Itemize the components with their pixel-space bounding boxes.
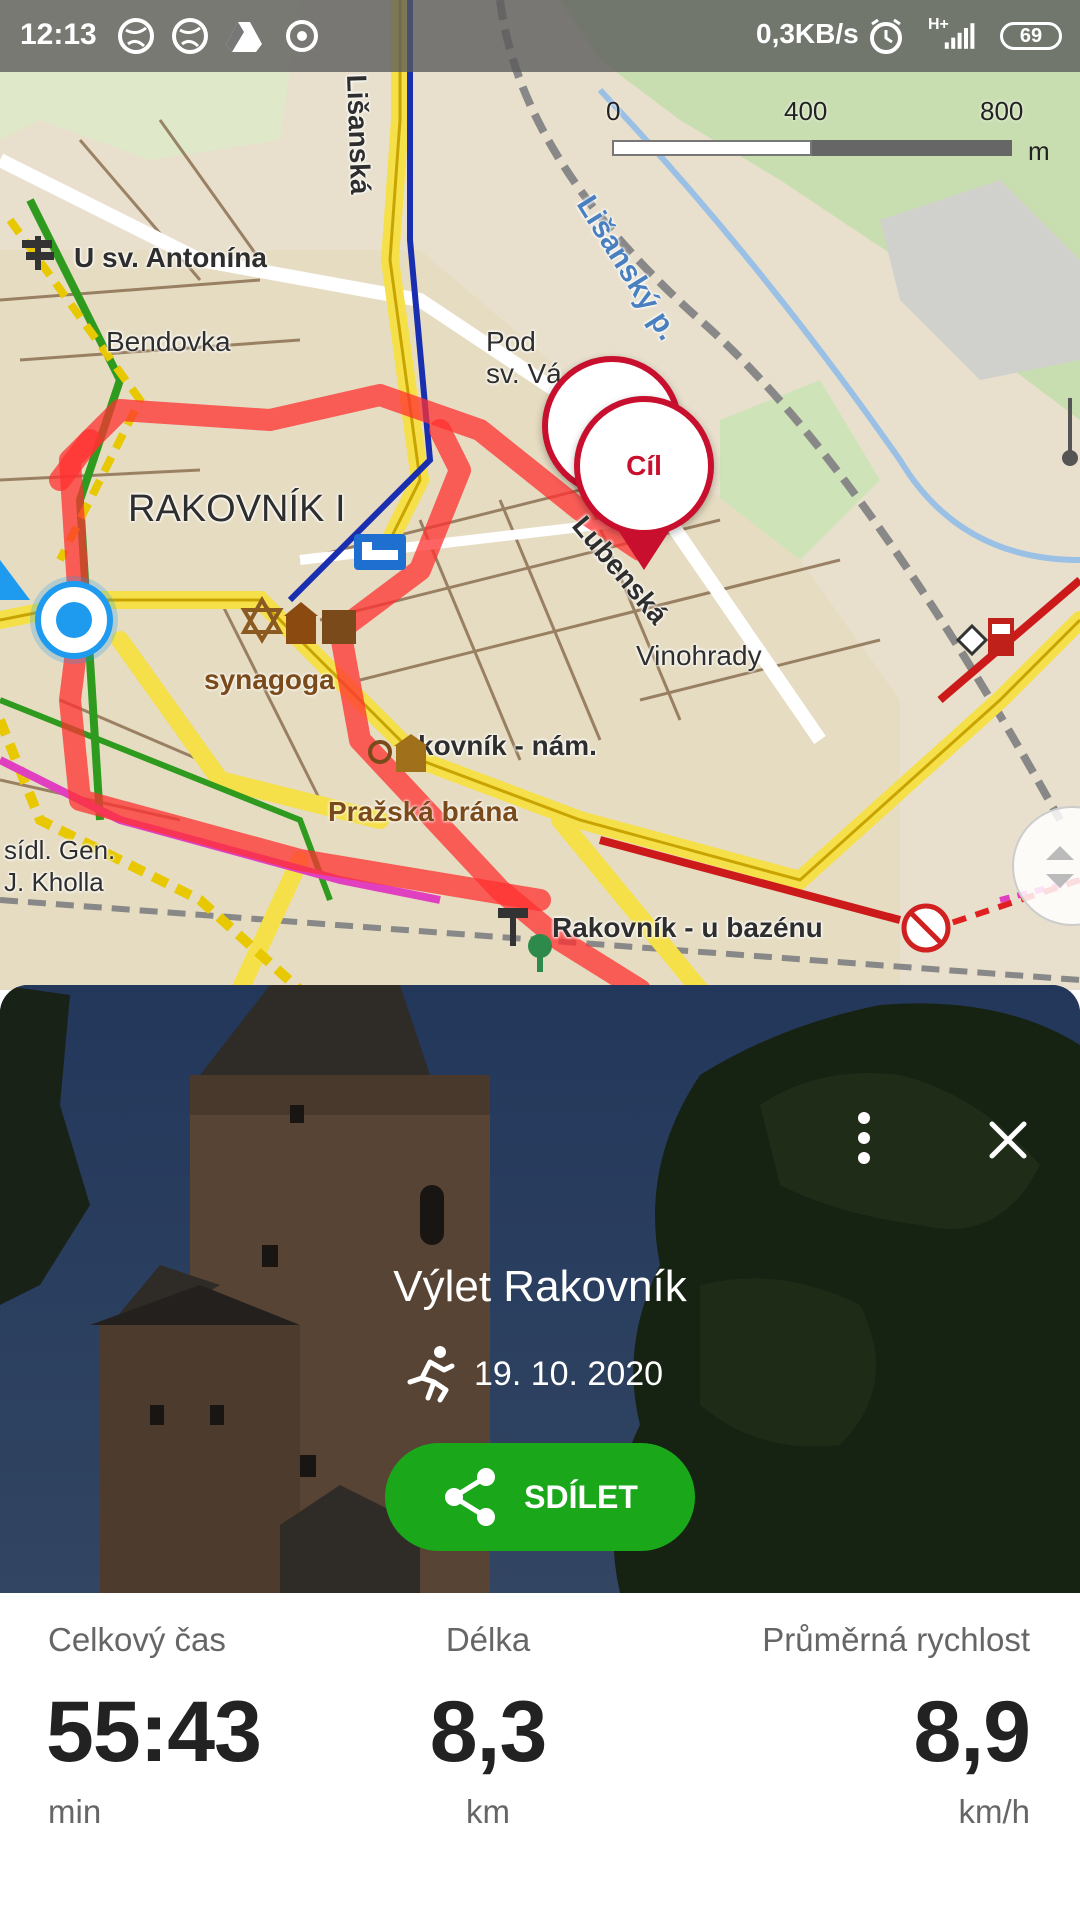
- finish-pin-label: Cíl: [626, 450, 662, 481]
- drive-icon: [226, 22, 262, 52]
- trip-stats: Celkový čas 55:43 min Délka 8,3 km Průmě…: [0, 1593, 1080, 1920]
- share-icon: [445, 1468, 496, 1526]
- battery-indicator: 69: [1000, 22, 1062, 50]
- total-time-unit: min: [48, 1793, 102, 1830]
- map-label-lisanska: Lišanská: [341, 74, 377, 195]
- avg-speed-label: Průměrná rychlost: [762, 1621, 1030, 1658]
- avg-speed-unit: km/h: [958, 1793, 1030, 1830]
- park-icon: [528, 934, 552, 972]
- scale-tick-0: 0: [606, 96, 621, 126]
- trip-meta-row: 19. 10. 2020: [400, 1346, 664, 1403]
- length-value: 8,3: [429, 1684, 548, 1780]
- status-time: 12:13: [20, 18, 97, 51]
- map-scale: 0 400 800 m: [600, 96, 1050, 166]
- map-label-sidl-gen: sídl. Gen. J. Kholla: [4, 835, 116, 897]
- map-label-pod-sv: Pod sv. Vá: [486, 326, 562, 389]
- fuel-station-icon[interactable]: [954, 612, 1024, 668]
- length-label: Délka: [445, 1621, 531, 1658]
- scale-unit: m: [1028, 136, 1050, 166]
- alarm-icon: [870, 18, 902, 54]
- total-time-value: 55:43: [46, 1684, 262, 1780]
- viewpoint-icon: [1062, 398, 1078, 466]
- globe-icon: [118, 18, 154, 54]
- map-label-synagoga: synagoga: [204, 664, 335, 695]
- trip-title: Výlet Rakovník: [393, 1262, 687, 1311]
- total-time-label: Celkový čas: [48, 1621, 226, 1658]
- finish-pin-tail: [618, 530, 670, 570]
- close-icon[interactable]: [980, 1112, 1036, 1168]
- map-label-namesti: kovník - nám.: [418, 730, 597, 761]
- no-cycling-icon: [901, 903, 951, 953]
- map-label-vinohrady: Vinohrady: [636, 640, 762, 671]
- scale-tick-400: 400: [784, 96, 828, 126]
- current-location-icon[interactable]: [0, 540, 130, 670]
- length-unit: km: [466, 1793, 510, 1830]
- museum-icon[interactable]: [366, 730, 430, 774]
- more-options-icon[interactable]: [848, 1110, 880, 1166]
- finish-pin[interactable]: Cíl: [574, 396, 714, 536]
- trip-date: 19. 10. 2020: [474, 1354, 664, 1393]
- sync-icon: [286, 20, 318, 52]
- hotel-icon[interactable]: [354, 534, 406, 570]
- network-speed: 0,3KB/s: [756, 18, 859, 49]
- status-bar: 12:13 0,3KB/s H+ 69: [0, 0, 1080, 72]
- map-label-bendovka: Bendovka: [106, 326, 231, 357]
- avg-speed-value: 8,9: [913, 1684, 1031, 1780]
- scale-bar-empty: [612, 140, 812, 156]
- share-button[interactable]: SDÍLET: [385, 1443, 695, 1551]
- zoom-arrows-icon: [1046, 846, 1074, 888]
- signal-icon: [944, 23, 975, 49]
- map-label-prazska-brana: Pražská brána: [328, 796, 518, 827]
- map-view[interactable]: Lišanská Lišanský p. U sv. Antonína Bend…: [0, 0, 1080, 990]
- scale-tick-800: 800: [980, 96, 1024, 126]
- map-label-u-sv-antonina: U sv. Antonína: [74, 242, 267, 273]
- synagogue-museum-castle-icons[interactable]: [240, 596, 360, 648]
- map-label-u-bazenu: Rakovník - u bazénu: [552, 912, 823, 943]
- globe-icon: [172, 18, 208, 54]
- signpost-icon: [22, 236, 54, 270]
- scale-bar-filled: [812, 140, 1012, 156]
- running-icon: [407, 1346, 455, 1403]
- map-label-rakovnik: RAKOVNÍK I: [128, 488, 346, 530]
- share-button-label: SDÍLET: [524, 1478, 638, 1515]
